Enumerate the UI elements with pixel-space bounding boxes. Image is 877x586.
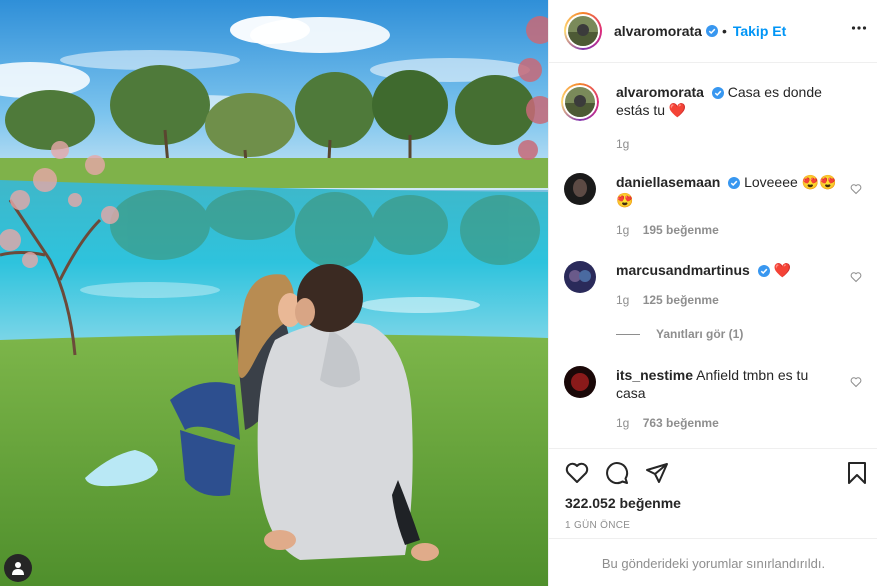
post-actions: 322.052 beğenme 1 GÜN ÖNCE Bu gönderidek… xyxy=(549,448,877,586)
comment-time[interactable]: 1g xyxy=(616,137,629,151)
caption-body: alvaromorata Casa es donde estás tu ❤️ xyxy=(616,83,841,119)
comment-likes[interactable]: 195 beğenme xyxy=(643,223,719,237)
post-photo[interactable] xyxy=(0,0,548,586)
comments-restricted-notice: Bu gönderideki yorumlar sınırlandırıldı. xyxy=(549,538,877,586)
commenter-avatar[interactable] xyxy=(564,261,596,293)
comment-time[interactable]: 1g xyxy=(616,416,629,430)
verified-badge-icon xyxy=(711,87,724,99)
commenter-avatar[interactable] xyxy=(564,366,596,398)
heart-icon[interactable] xyxy=(565,461,589,485)
post-timestamp[interactable]: 1 GÜN ÖNCE xyxy=(565,520,630,531)
comment-emoji: ❤️ xyxy=(668,102,687,118)
comment-icon[interactable] xyxy=(605,461,629,485)
replies-line xyxy=(616,333,640,335)
author-avatar[interactable] xyxy=(564,12,602,50)
comment-meta: 1g 125 beğenme xyxy=(616,293,719,307)
photo-illustration xyxy=(0,0,548,586)
caption-avatar[interactable] xyxy=(561,83,599,121)
comment-username[interactable]: daniellasemaan xyxy=(616,174,720,190)
heart-icon[interactable] xyxy=(850,183,862,195)
avatar-image xyxy=(564,173,596,205)
share-icon[interactable] xyxy=(645,461,669,485)
comment-emoji: ❤️ xyxy=(773,262,792,278)
verified-badge-icon xyxy=(728,177,741,189)
comment-body: its_nestime Anfield tmbn es tu casa xyxy=(616,366,841,402)
avatar-image xyxy=(564,261,596,293)
avatar-image xyxy=(565,87,595,117)
likes-count[interactable]: 322.052 beğenme xyxy=(565,495,681,511)
comment-meta: 1g 763 beğenme xyxy=(616,416,719,430)
post-side-panel: alvaromorata • Takip Et alvaromorata Cas… xyxy=(548,0,877,586)
avatar-image xyxy=(568,16,598,46)
comment-meta: 1g xyxy=(616,137,629,151)
follow-button[interactable]: Takip Et xyxy=(733,23,786,39)
heart-icon[interactable] xyxy=(850,376,862,388)
more-options-icon[interactable] xyxy=(851,20,867,36)
post-header: alvaromorata • Takip Et xyxy=(549,0,877,63)
comment-likes[interactable]: 763 beğenme xyxy=(643,416,719,430)
comment-text: Loveeee xyxy=(744,174,798,190)
comment-username[interactable]: marcusandmartinus xyxy=(616,262,750,278)
user-tag-button[interactable] xyxy=(4,554,32,582)
commenter-avatar[interactable] xyxy=(564,173,596,205)
verified-badge-icon xyxy=(705,25,718,37)
bookmark-icon[interactable] xyxy=(845,461,869,485)
view-replies-button[interactable]: Yanıtları gör (1) xyxy=(616,327,743,341)
comment-username[interactable]: alvaromorata xyxy=(616,84,704,100)
comment-likes[interactable]: 125 beğenme xyxy=(643,293,719,307)
header-separator: • xyxy=(721,23,727,39)
avatar-image xyxy=(564,366,596,398)
instagram-post: alvaromorata • Takip Et alvaromorata Cas… xyxy=(0,0,877,586)
heart-icon[interactable] xyxy=(850,271,862,283)
comment-body: daniellasemaan Loveeee 😍😍😍 xyxy=(616,173,841,209)
author-username[interactable]: alvaromorata xyxy=(614,23,702,39)
comment-time[interactable]: 1g xyxy=(616,293,629,307)
comment-body: marcusandmartinus ❤️ xyxy=(616,261,841,279)
view-replies-label: Yanıtları gör (1) xyxy=(656,327,744,341)
verified-badge-icon xyxy=(757,265,770,277)
comment-time[interactable]: 1g xyxy=(616,223,629,237)
user-tag-icon xyxy=(12,562,24,575)
comment-meta: 1g 195 beğenme xyxy=(616,223,719,237)
comment-username[interactable]: its_nestime xyxy=(616,367,693,383)
